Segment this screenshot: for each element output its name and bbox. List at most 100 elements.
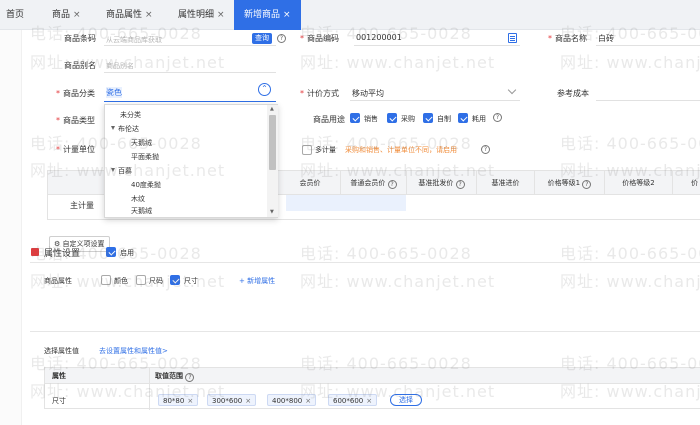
query-button[interactable]: 查询 xyxy=(252,33,272,44)
dropdown-scrollbar[interactable]: ▲ ▼ xyxy=(267,105,278,217)
col-label: 基准批发价 xyxy=(418,179,454,187)
tab-label: 商品属性 xyxy=(106,10,143,20)
tab-new-goods[interactable]: 新增商品 × xyxy=(234,0,301,30)
category-option-velvet[interactable]: 天鹅绒 xyxy=(131,138,152,148)
pricing-select[interactable]: 移动平均 xyxy=(352,88,384,99)
attr-size-code-label: 尺码 xyxy=(149,277,163,285)
goto-attribute-settings-link[interactable]: 去设置属性和属性值> xyxy=(99,346,168,356)
barcode-underline xyxy=(104,45,276,46)
question-circle-icon[interactable]: ? xyxy=(481,145,490,154)
usage-consume-checkbox[interactable] xyxy=(458,113,468,123)
pricing-underline xyxy=(350,100,520,101)
scroll-down-icon[interactable]: ▼ xyxy=(270,209,274,215)
section-marker-icon xyxy=(31,248,39,256)
value-tag: 400*800 × xyxy=(267,394,317,406)
close-icon[interactable]: × xyxy=(187,397,193,405)
category-option-brenda[interactable]: 布伦达 xyxy=(111,124,139,134)
tab-label: 商品 xyxy=(52,10,71,20)
caret-down-icon[interactable] xyxy=(111,126,115,130)
category-option-uncategorized[interactable]: 未分类 xyxy=(120,110,141,120)
left-side-strip xyxy=(0,30,22,425)
question-circle-icon[interactable]: ? xyxy=(455,180,465,189)
required-mark: * xyxy=(300,89,304,98)
multi-unit-label: 多计量 xyxy=(315,146,336,154)
attribute-table-header: 属性 取值范围 ? xyxy=(45,368,700,384)
category-select[interactable] xyxy=(104,82,276,102)
close-icon[interactable]: × xyxy=(283,10,291,20)
close-icon[interactable]: × xyxy=(145,10,153,20)
usage-label: 商品用途 xyxy=(313,115,345,124)
add-attribute-link[interactable]: + 新增属性 xyxy=(239,276,275,286)
barcode-input[interactable]: 从云端商品库获取 xyxy=(106,35,162,45)
category-option-velvet-2[interactable]: 天鹅绒 xyxy=(131,206,152,216)
col-attribute: 属性 xyxy=(52,372,66,380)
usage-purchase-checkbox[interactable] xyxy=(387,113,397,123)
multi-unit-hint: 采购和销售、计量单位不同，请启用 xyxy=(345,146,457,154)
category-dropdown: 未分类 布伦达 天鹅绒 平面柔抛 百慕 40度柔抛 木纹 天鹅绒 ▲ ▼ xyxy=(104,104,278,218)
col-purchase-price: 基准进价 xyxy=(476,171,534,195)
attribute-enable-label: 启用 xyxy=(120,249,134,257)
tab-home[interactable]: 首页 xyxy=(6,0,24,30)
question-circle-icon[interactable]: ? xyxy=(493,113,502,122)
value-tag-label: 80*80 xyxy=(163,397,185,405)
attr-dimension-checkbox[interactable] xyxy=(170,275,180,285)
col-price-level-1: 价格等级1 ? xyxy=(534,171,604,195)
close-icon[interactable]: × xyxy=(217,10,225,20)
barcode-label: 商品条码 xyxy=(64,34,96,43)
close-icon[interactable]: × xyxy=(305,397,311,405)
usage-selfmade-label: 自制 xyxy=(437,115,451,123)
scrollbar-thumb[interactable] xyxy=(269,115,276,170)
code-input[interactable]: 001200001 xyxy=(356,33,402,42)
question-circle-icon[interactable]: ? xyxy=(582,180,592,189)
pricing-label-text: 计价方式 xyxy=(307,89,339,98)
price-grid-selected-cell[interactable] xyxy=(286,195,406,211)
barcode-generate-icon[interactable] xyxy=(508,33,517,43)
alias-input[interactable]: 商品别名 xyxy=(106,61,134,71)
category-search-value[interactable]: 瓷色 xyxy=(106,87,122,98)
watermark-site: 网址: www.chanjet.net xyxy=(300,53,496,72)
category-option-40-polish[interactable]: 40度柔抛 xyxy=(131,180,161,190)
tab-goods[interactable]: 商品 × xyxy=(52,0,81,30)
usage-sale-checkbox[interactable] xyxy=(350,113,360,123)
question-circle-icon[interactable]: ? xyxy=(387,180,397,189)
attr-color-checkbox[interactable] xyxy=(101,275,111,285)
category-option-baimu[interactable]: 百慕 xyxy=(111,166,132,176)
type-label-text: 商品类型 xyxy=(63,116,95,125)
usage-selfmade-checkbox[interactable] xyxy=(423,113,433,123)
close-icon[interactable]: × xyxy=(245,397,251,405)
watermark-site: 网址: www.chanjet.net xyxy=(300,272,496,291)
caret-down-icon[interactable] xyxy=(111,168,115,172)
close-icon[interactable]: × xyxy=(366,397,372,405)
col-wholesale-price: 基准批发价 ? xyxy=(406,171,476,195)
name-label-text: 商品名称 xyxy=(555,34,587,43)
column-separator xyxy=(149,368,150,410)
alias-underline xyxy=(104,72,276,73)
name-input[interactable]: 白砖 xyxy=(598,33,614,44)
type-label: * 商品类型 xyxy=(56,115,95,126)
code-underline xyxy=(354,45,520,46)
attribute-section-title: 属性设置 xyxy=(44,249,81,259)
question-circle-icon[interactable]: ? xyxy=(185,373,195,382)
section-divider xyxy=(30,262,700,263)
required-mark: * xyxy=(548,34,552,43)
multi-unit-checkbox[interactable] xyxy=(302,145,312,155)
category-option-flat-polish[interactable]: 平面柔抛 xyxy=(131,152,159,162)
chevron-down-icon[interactable] xyxy=(507,85,517,95)
category-option-label: 布伦达 xyxy=(118,125,139,133)
alias-label: 商品别名 xyxy=(64,61,96,70)
chevron-up-icon[interactable]: ⌃ xyxy=(258,83,271,96)
col-price-level-2: 价格等级2 xyxy=(604,171,672,195)
tab-goods-attributes[interactable]: 商品属性 × xyxy=(106,0,153,30)
row-attribute-name: 尺寸 xyxy=(52,397,66,405)
question-circle-icon[interactable]: ? xyxy=(277,34,286,43)
close-icon[interactable]: × xyxy=(73,10,81,20)
scroll-up-icon[interactable]: ▲ xyxy=(270,106,274,112)
attribute-enable-checkbox[interactable] xyxy=(106,247,116,257)
category-option-wood-grain[interactable]: 木纹 xyxy=(131,194,145,204)
name-label: * 商品名称 xyxy=(548,33,587,44)
col-label: 普通会员价 xyxy=(350,179,386,187)
attr-size-code-checkbox[interactable] xyxy=(136,275,146,285)
select-values-button[interactable]: 选择 xyxy=(390,394,422,406)
main-unit-row-label: 主计量 xyxy=(70,201,94,210)
tab-attribute-detail[interactable]: 属性明细 × xyxy=(178,0,225,30)
